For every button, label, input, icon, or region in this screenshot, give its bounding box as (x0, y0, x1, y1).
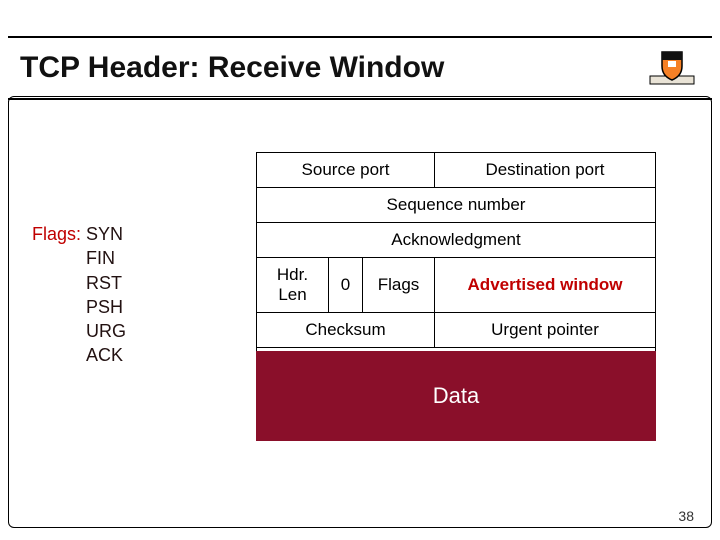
data-band: Data (256, 351, 656, 441)
princeton-shield-icon (644, 46, 700, 90)
hdrlen-cell: Hdr. Len (257, 258, 329, 313)
ack-cell: Acknowledgment (257, 223, 656, 258)
urg-ptr-cell: Urgent pointer (435, 313, 656, 348)
page-title: TCP Header: Receive Window (20, 51, 444, 85)
slide-number: 38 (678, 508, 694, 524)
flag-ack: ACK (86, 343, 126, 367)
reserved-cell: 0 (329, 258, 363, 313)
flag-psh: PSH (86, 295, 126, 319)
seq-cell: Sequence number (257, 188, 656, 223)
flags-field-cell: Flags (363, 258, 435, 313)
tcp-header-diagram: Source port Destination port Sequence nu… (256, 152, 656, 383)
dst-port-cell: Destination port (435, 153, 656, 188)
flag-syn: SYN (86, 222, 126, 246)
adv-window-cell: Advertised window (435, 258, 656, 313)
flags-items: SYN FIN RST PSH URG ACK (86, 222, 126, 368)
flag-fin: FIN (86, 246, 126, 270)
flags-label: Flags: (32, 224, 81, 244)
data-label: Data (433, 383, 479, 409)
title-bar: TCP Header: Receive Window (8, 36, 712, 100)
checksum-cell: Checksum (257, 313, 435, 348)
flag-urg: URG (86, 319, 126, 343)
src-port-cell: Source port (257, 153, 435, 188)
flags-list: Flags: SYN FIN RST PSH URG ACK (32, 222, 126, 368)
flag-rst: RST (86, 271, 126, 295)
